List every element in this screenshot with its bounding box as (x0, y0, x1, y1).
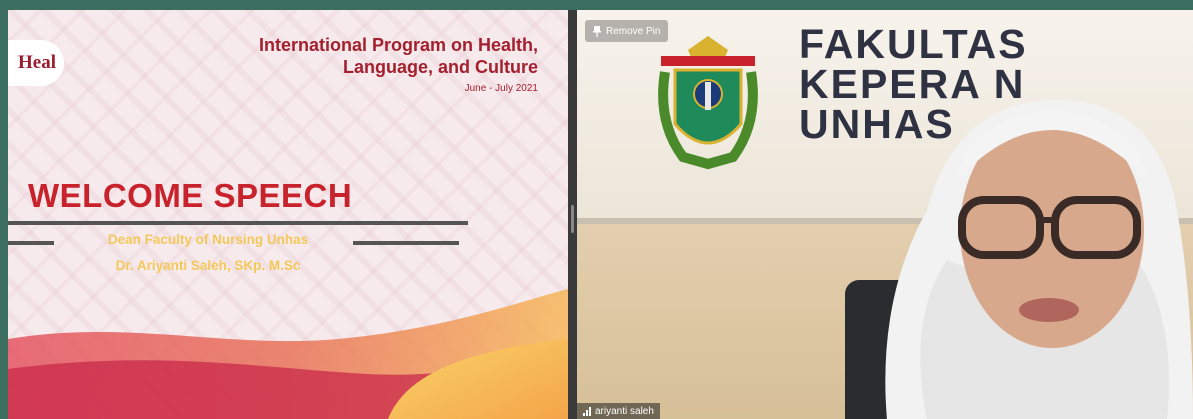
slide-heading: WELCOME SPEECH (28, 177, 353, 214)
shared-slide: Heal International Program on Health, La… (8, 10, 568, 419)
pin-icon (593, 25, 601, 37)
sign-line1: FAKULTAS (799, 21, 1028, 67)
participant-person (885, 100, 1193, 419)
speaker-role: Dean Faculty of Nursing Unhas (107, 232, 309, 247)
speaker-name: Dr. Ariyanti Saleh, SKp. M.Sc (115, 258, 301, 273)
program-title-line2: Language, and Culture (342, 57, 538, 77)
program-title-line1: International Program on Health, (258, 35, 538, 55)
program-title: International Program on Health, Languag… (259, 34, 538, 78)
audio-signal-icon (583, 406, 591, 416)
heading-underline (8, 221, 468, 225)
unhas-emblem-icon (658, 36, 758, 170)
video-tile: Remove Pin FAKULTAS KEPERA N UNHAS ariya… (577, 10, 1193, 419)
participant-name: ariyanti saleh (595, 405, 654, 417)
program-date: June - July 2021 (464, 83, 538, 94)
participant-name-tag: ariyanti saleh (577, 403, 660, 419)
logo-text: Heal (18, 52, 56, 73)
divider-grip-icon[interactable] (571, 205, 574, 233)
heal-logo: Heal (8, 40, 64, 86)
pane-divider[interactable] (568, 10, 577, 419)
slide-decorative-wave (8, 289, 568, 419)
